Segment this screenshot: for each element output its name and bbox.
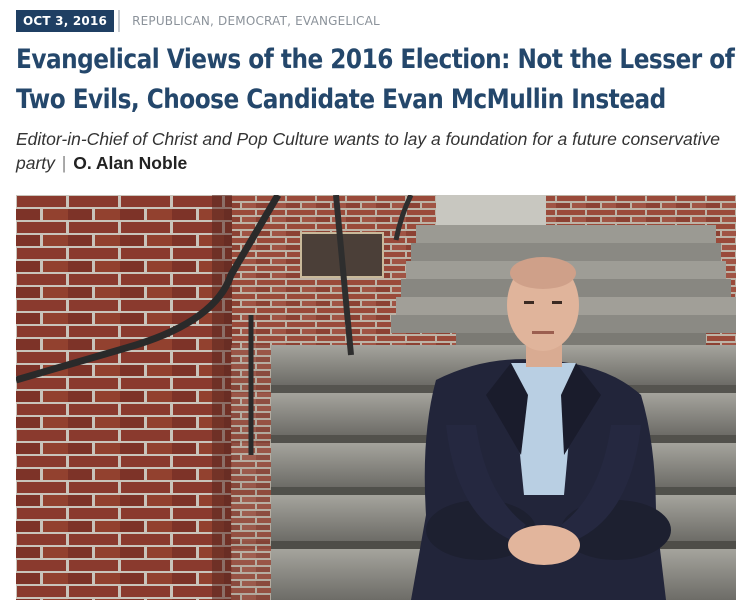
- category-links[interactable]: REPUBLICAN, DEMOCRAT, EVANGELICAL: [132, 14, 380, 28]
- date-badge: OCT 3, 2016: [16, 10, 115, 32]
- byline-separator: |: [61, 153, 67, 173]
- hero-photo: [16, 195, 736, 600]
- article-headline: Evangelical Views of the 2016 Election: …: [16, 44, 735, 115]
- article-meta: OCT 3, 2016 REPUBLICAN, DEMOCRAT, EVANGE…: [16, 10, 380, 32]
- divider: [118, 10, 121, 32]
- author-link[interactable]: O. Alan Noble: [73, 153, 187, 173]
- article-subhead: Editor-in-Chief of Christ and Pop Cultur…: [16, 127, 732, 175]
- hero-photo-illustration: [16, 195, 736, 600]
